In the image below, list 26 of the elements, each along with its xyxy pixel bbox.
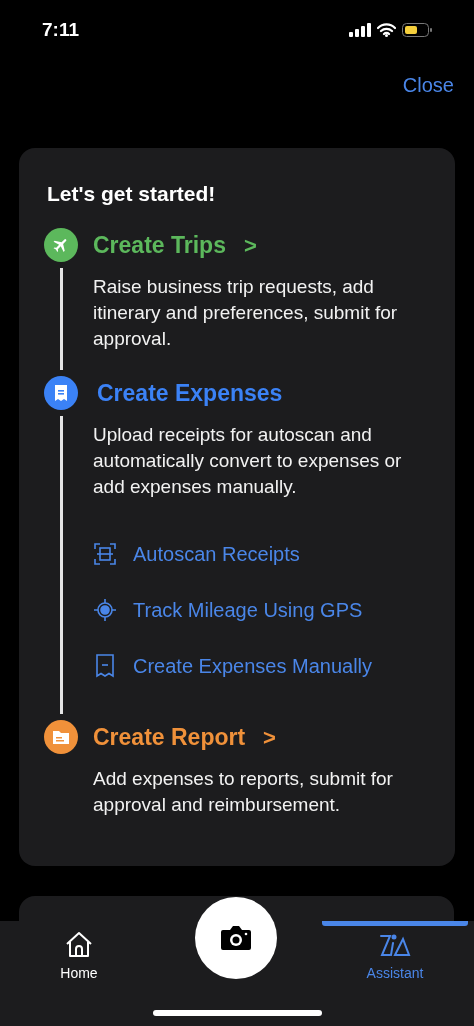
camera-icon: [220, 925, 252, 951]
tab[interactable]: Assistant: [316, 921, 474, 1026]
card-title: Let's get started!: [46, 181, 217, 207]
wifi-icon: [377, 23, 396, 37]
action-link[interactable]: Create Expenses Manually: [93, 638, 430, 694]
step-title[interactable]: Create Report: [93, 719, 246, 755]
step-description: Add expenses to reports, submit for approval and reimbursement.: [93, 767, 394, 817]
status-time: 7:11: [42, 17, 79, 42]
chevron-icon[interactable]: >: [263, 720, 276, 754]
home-icon: [64, 931, 94, 959]
step-title[interactable]: Create Trips: [93, 227, 226, 263]
step-description: Upload receipts for autoscan and automatically convert to expenses or add expenses manually.: [93, 423, 403, 499]
action-link[interactable]: Autoscan Receipts: [93, 526, 430, 582]
tab[interactable]: Home: [0, 921, 158, 1026]
battery-icon: [402, 23, 432, 37]
chevron-icon[interactable]: >: [243, 228, 257, 262]
signal-icon: [349, 23, 371, 37]
step-title[interactable]: Create Expenses: [97, 375, 283, 411]
receipt-icon: [95, 654, 115, 678]
step-description: Raise business trip requests, add itinerary and preferences, submit for approval.: [93, 275, 399, 351]
folder-icon: [52, 729, 70, 745]
receipt-icon: [54, 384, 68, 402]
location-target-icon: [93, 598, 117, 622]
close-button[interactable]: Close: [402, 70, 454, 98]
action-link[interactable]: Track Mileage Using GPS: [93, 582, 430, 638]
scan-icon: [94, 543, 116, 565]
